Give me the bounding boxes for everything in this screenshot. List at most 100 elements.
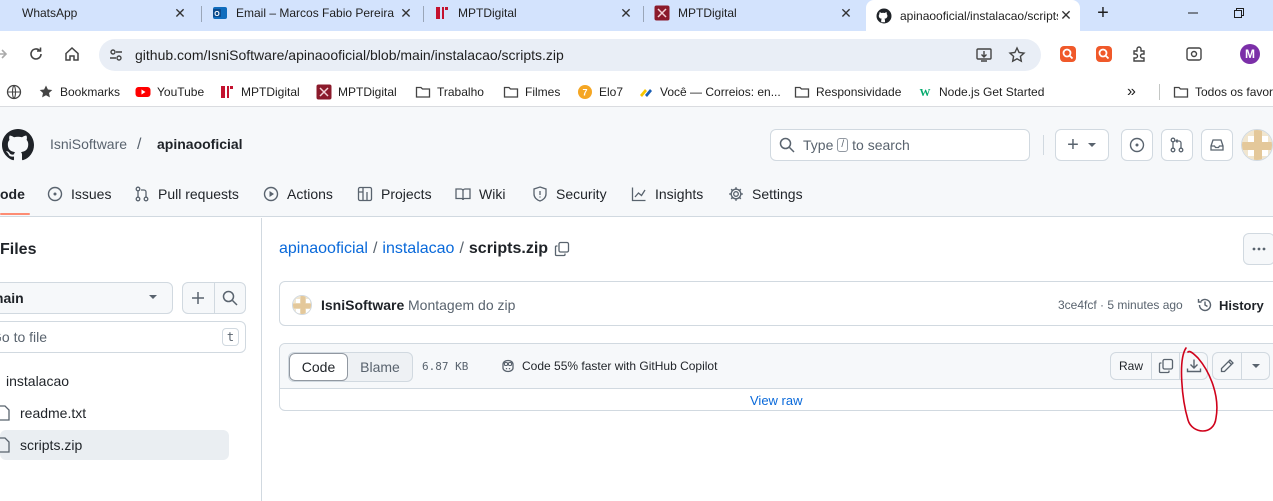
close-icon[interactable]: ✕ (618, 5, 634, 21)
browser-tab-mptdigital[interactable]: MPTDigital ✕ (428, 0, 640, 26)
add-file-button[interactable] (190, 290, 206, 306)
extension-orange-icon[interactable] (1059, 45, 1077, 63)
mptdigital-icon (219, 84, 235, 100)
tab-wiki[interactable]: Wiki (455, 175, 505, 213)
breadcrumb-current-file: scripts.zip (468, 240, 549, 257)
code-blame-toggle: Code Blame (288, 352, 413, 382)
bookmark-label: YouTube (157, 85, 205, 99)
new-tab-button[interactable]: + (1091, 0, 1115, 26)
bookmark-label: Trabalho (437, 85, 484, 99)
go-to-file-input[interactable]: Go to file (0, 321, 246, 353)
edit-options-dropdown[interactable] (1241, 353, 1269, 379)
tab-separator (201, 6, 202, 22)
download-icon (1186, 359, 1201, 373)
kebab-horizontal-icon (1252, 247, 1266, 251)
bookmark-globe[interactable] (6, 83, 28, 101)
repo-owner-link[interactable]: IsniSoftware (50, 136, 127, 152)
chevron-down-icon (1087, 143, 1096, 147)
user-avatar[interactable] (1241, 129, 1273, 161)
copy-path-icon[interactable] (554, 241, 570, 257)
reload-button[interactable] (21, 39, 51, 69)
view-raw-link[interactable]: View raw (750, 393, 803, 408)
tab-projects[interactable]: Projects (357, 175, 432, 213)
files-title: Files (0, 241, 37, 258)
repo-name-link[interactable]: apinaooficial (157, 136, 243, 152)
copilot-promo-link[interactable]: Code 55% faster with GitHub Copilot (500, 358, 717, 374)
search-files-button[interactable] (222, 290, 238, 306)
tree-file-readme[interactable]: readme.txt (0, 398, 86, 428)
address-bar[interactable]: github.com/IsniSoftware/apinaooficial/bl… (99, 39, 1041, 71)
bookmark-nodejs[interactable]: W Node.js Get Started (917, 83, 1045, 101)
extensions-puzzle-icon[interactable] (1131, 45, 1149, 63)
profile-avatar[interactable]: M (1240, 44, 1260, 64)
tree-item-label: scripts.zip (20, 437, 83, 453)
tab-issues[interactable]: Issues (47, 175, 111, 213)
browser-tab-github[interactable]: apinaooficial/instalacao/scripts.zip ✕ (866, 0, 1080, 31)
bookmark-bookmarks[interactable]: Bookmarks (38, 83, 120, 101)
commit-author-link[interactable]: IsniSoftware (321, 297, 404, 313)
history-button[interactable]: History (1197, 295, 1264, 315)
github-logo-icon[interactable] (2, 129, 34, 161)
tab-title: MPTDigital (458, 6, 517, 20)
restore-button[interactable] (1216, 0, 1262, 26)
github-icon (876, 8, 892, 24)
breadcrumb-repo-link[interactable]: apinaooficial (279, 240, 368, 258)
projects-icon (357, 186, 373, 202)
repo-nav: ode Issues Pull requests Actions Project… (0, 175, 1273, 217)
bookmark-filmes[interactable]: Filmes (503, 83, 560, 101)
forward-button[interactable] (0, 39, 16, 69)
tree-file-scripts-zip[interactable]: scripts.zip (0, 430, 229, 460)
github-search-input[interactable]: Type / to search (770, 129, 1030, 161)
raw-button[interactable]: Raw (1111, 353, 1151, 379)
tab-code[interactable]: ode (0, 175, 25, 213)
home-button[interactable] (57, 39, 87, 69)
commit-sha-time[interactable]: 3ce4fcf · 5 minutes ago (1058, 298, 1183, 312)
inbox-button[interactable] (1201, 129, 1233, 161)
media-control-icon[interactable] (1185, 45, 1203, 63)
tab-actions[interactable]: Actions (263, 175, 333, 213)
browser-tab-email[interactable]: O Email – Marcos Fabio Pereira ✕ (206, 0, 420, 26)
browser-tab-mptdigital-2[interactable]: MPTDigital ✕ (648, 0, 860, 26)
tree-folder-instalacao[interactable]: instalacao (0, 366, 69, 396)
bookmark-elo7[interactable]: 7 Elo7 (577, 83, 623, 101)
minimize-button[interactable] (1170, 0, 1216, 26)
tab-settings[interactable]: Settings (728, 175, 803, 213)
more-options-button[interactable] (1243, 233, 1273, 265)
commit-message-link[interactable]: Montagem do zip (408, 297, 515, 313)
pull-requests-button[interactable] (1161, 129, 1193, 161)
mptdigital-alt-icon (654, 5, 670, 21)
tab-security[interactable]: Security (532, 175, 607, 213)
tab-insights[interactable]: Insights (631, 175, 703, 213)
tab-code-label: ode (0, 186, 25, 202)
close-icon[interactable]: ✕ (398, 5, 414, 21)
issues-button[interactable] (1121, 129, 1153, 161)
bookmark-mptdigital-2[interactable]: MPTDigital (316, 83, 397, 101)
browser-tab-whatsapp[interactable]: WhatsApp ✕ (0, 0, 194, 26)
edit-file-button[interactable] (1213, 353, 1241, 379)
bookmark-label: Bookmarks (60, 85, 121, 99)
code-view-button[interactable]: Code (289, 353, 348, 381)
bookmark-youtube[interactable]: YouTube (135, 83, 204, 101)
breadcrumb-folder-link[interactable]: instalacao (382, 240, 454, 258)
bookmark-responsividade[interactable]: Responsividade (794, 83, 901, 101)
bookmark-star-icon[interactable] (1008, 46, 1026, 64)
close-icon[interactable]: ✕ (838, 5, 854, 21)
bookmark-correios[interactable]: Você — Correios: en... (638, 83, 781, 101)
site-settings-icon[interactable] (107, 46, 125, 64)
bookmark-trabalho[interactable]: Trabalho (415, 83, 484, 101)
commit-author-avatar[interactable] (292, 295, 312, 315)
install-app-icon[interactable] (975, 46, 993, 64)
copy-raw-button[interactable] (1151, 353, 1179, 379)
bookmark-mptdigital[interactable]: MPTDigital (219, 83, 300, 101)
download-raw-button[interactable] (1179, 353, 1207, 379)
blame-view-button[interactable]: Blame (348, 353, 412, 381)
extension-orange-alt-icon[interactable] (1095, 45, 1113, 63)
tab-pull-requests[interactable]: Pull requests (134, 175, 239, 213)
create-new-button[interactable]: + (1055, 129, 1109, 161)
bookmarks-overflow-button[interactable]: » (1127, 83, 1136, 101)
close-icon[interactable]: ✕ (1058, 7, 1074, 24)
bookmark-label: Node.js Get Started (939, 85, 1045, 99)
close-icon[interactable]: ✕ (172, 5, 188, 21)
plus-icon (192, 292, 204, 304)
bookmark-all-folder[interactable]: Todos os favor (1173, 83, 1273, 101)
